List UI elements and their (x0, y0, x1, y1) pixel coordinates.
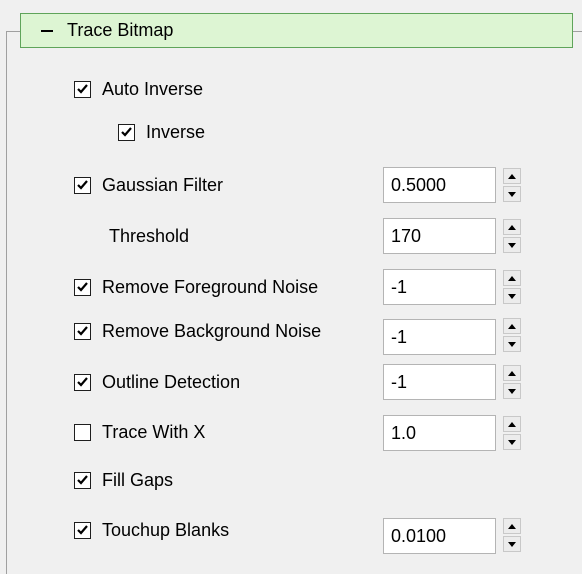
trace-with-x-field[interactable] (383, 415, 496, 451)
group-frame-top (6, 31, 20, 32)
group-frame-left (6, 31, 7, 574)
section-title: Trace Bitmap (67, 20, 174, 40)
check-icon (121, 127, 132, 137)
remove-foreground-noise-row: Remove Foreground Noise (74, 272, 318, 302)
outline-detection-label: Outline Detection (102, 372, 241, 392)
remove-foreground-noise-spinner[interactable] (503, 270, 521, 304)
check-icon (77, 326, 88, 336)
spin-down-icon[interactable] (503, 336, 521, 352)
threshold-row: Threshold (74, 221, 189, 251)
outline-detection-checkbox[interactable] (74, 373, 91, 391)
trace-with-x-row: Trace With X (74, 417, 205, 447)
auto-inverse-row: Auto Inverse (74, 74, 203, 104)
remove-background-noise-row: Remove Background Noise (74, 316, 321, 346)
check-icon (77, 475, 88, 485)
trace-bitmap-panel: Trace Bitmap Auto Inverse Inverse Gaussi… (0, 0, 582, 574)
check-icon (77, 180, 88, 190)
inverse-row: Inverse (118, 117, 205, 147)
auto-inverse-label: Auto Inverse (102, 79, 204, 99)
gaussian-filter-label: Gaussian Filter (102, 175, 224, 195)
threshold-spinner[interactable] (503, 219, 521, 253)
remove-background-noise-field[interactable] (383, 319, 496, 355)
fill-gaps-row: Fill Gaps (74, 465, 173, 495)
trace-with-x-label: Trace With X (102, 422, 206, 442)
remove-background-noise-input[interactable] (384, 320, 495, 354)
touchup-blanks-row: Touchup Blanks (74, 515, 229, 545)
remove-foreground-noise-label: Remove Foreground Noise (102, 277, 319, 297)
remove-background-noise-label: Remove Background Noise (102, 321, 322, 341)
spin-up-icon[interactable] (503, 270, 521, 286)
gaussian-filter-field[interactable] (383, 167, 496, 203)
minus-icon[interactable] (41, 29, 53, 32)
remove-foreground-noise-input[interactable] (384, 270, 495, 304)
spin-up-icon[interactable] (503, 219, 521, 235)
outline-detection-field[interactable] (383, 364, 496, 400)
spin-down-icon[interactable] (503, 434, 521, 450)
outline-detection-row: Outline Detection (74, 367, 240, 397)
spin-down-icon[interactable] (503, 536, 521, 552)
touchup-blanks-field[interactable] (383, 518, 496, 554)
threshold-field[interactable] (383, 218, 496, 254)
remove-foreground-noise-checkbox[interactable] (74, 278, 91, 296)
spin-down-icon[interactable] (503, 383, 521, 399)
spin-up-icon[interactable] (503, 318, 521, 334)
auto-inverse-checkbox[interactable] (74, 80, 91, 98)
inverse-label: Inverse (146, 122, 206, 142)
fill-gaps-label: Fill Gaps (102, 470, 174, 490)
threshold-label: Threshold (109, 226, 190, 246)
group-frame-top-right (573, 31, 582, 32)
gaussian-filter-input[interactable] (384, 168, 495, 202)
spin-up-icon[interactable] (503, 518, 521, 534)
spin-down-icon[interactable] (503, 288, 521, 304)
check-icon (77, 84, 88, 94)
spin-down-icon[interactable] (503, 237, 521, 253)
remove-foreground-noise-field[interactable] (383, 269, 496, 305)
remove-background-noise-spinner[interactable] (503, 318, 521, 352)
touchup-blanks-label: Touchup Blanks (102, 520, 230, 540)
trace-with-x-spinner[interactable] (503, 416, 521, 450)
gaussian-filter-row: Gaussian Filter (74, 170, 223, 200)
spin-up-icon[interactable] (503, 365, 521, 381)
check-icon (77, 282, 88, 292)
touchup-blanks-checkbox[interactable] (74, 521, 91, 539)
remove-background-noise-checkbox[interactable] (74, 322, 91, 340)
spin-up-icon[interactable] (503, 168, 521, 184)
threshold-input[interactable] (384, 219, 495, 253)
trace-with-x-input[interactable] (384, 416, 495, 450)
trace-with-x-checkbox[interactable] (74, 423, 91, 441)
outline-detection-input[interactable] (384, 365, 495, 399)
touchup-blanks-input[interactable] (384, 519, 495, 553)
spin-down-icon[interactable] (503, 186, 521, 202)
spin-up-icon[interactable] (503, 416, 521, 432)
gaussian-filter-checkbox[interactable] (74, 176, 91, 194)
outline-detection-spinner[interactable] (503, 365, 521, 399)
gaussian-filter-spinner[interactable] (503, 168, 521, 202)
section-header[interactable]: Trace Bitmap (20, 13, 573, 48)
fill-gaps-checkbox[interactable] (74, 471, 91, 489)
check-icon (77, 525, 88, 535)
check-icon (77, 377, 88, 387)
touchup-blanks-spinner[interactable] (503, 518, 521, 552)
inverse-checkbox[interactable] (118, 123, 135, 141)
